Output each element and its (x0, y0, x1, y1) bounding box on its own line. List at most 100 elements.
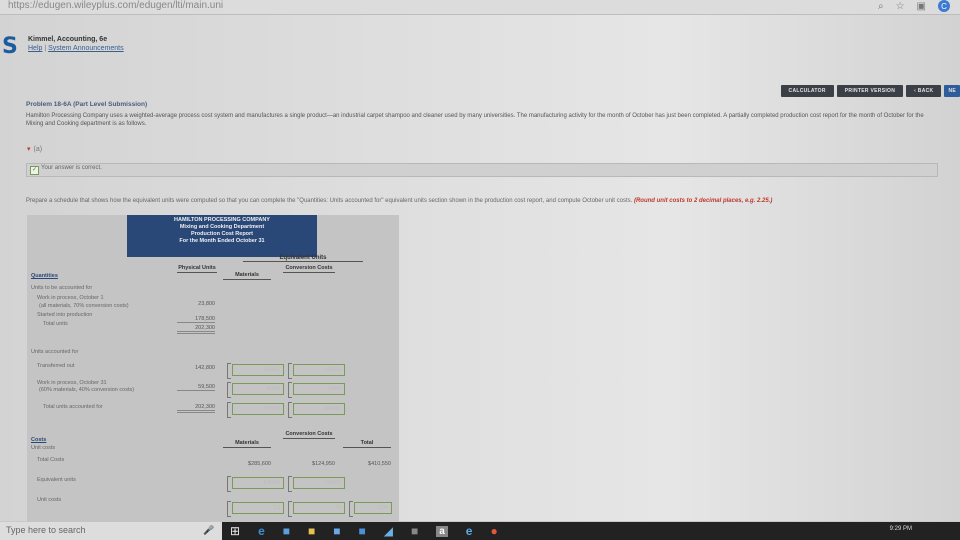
started-label: Started into production (37, 312, 93, 318)
total-costs-total: $410,550 (368, 461, 391, 467)
calculator-button[interactable]: CALCULATOR (780, 85, 834, 97)
units-to-account-label: Units to be accounted for (31, 285, 93, 291)
bookmark-star-icon[interactable]: ☆ (896, 1, 905, 12)
instructions-text: Prepare a schedule that shows how the eq… (26, 198, 633, 204)
wip-oct1-units: 23,800 (198, 301, 215, 307)
collapse-arrow-icon: ▾ (27, 146, 31, 153)
profile-avatar-icon[interactable]: C (938, 0, 950, 12)
unit-costs-conversion-input[interactable]: .75 (293, 502, 345, 514)
quantities-label: Quantities (31, 273, 58, 279)
bracket (288, 501, 292, 517)
problem-description: Hamilton Processing Company uses a weigh… (26, 113, 924, 127)
bracket (227, 363, 231, 379)
equivalent-units-header: Equivalent Units (243, 255, 363, 262)
settings-icon[interactable]: ■ (411, 524, 418, 538)
equiv-units-conversion-input[interactable]: 166600 (293, 477, 345, 489)
wip-oct31-label: Work in process, October 31 (37, 380, 107, 386)
wip-oct1-detail: (all materials, 70% conversion costs) (39, 303, 129, 309)
announcements-link[interactable]: System Announcements (48, 45, 124, 52)
total-accounted-materials-input[interactable]: 178500 (232, 403, 284, 415)
equiv-units-materials-input[interactable]: 178500 (232, 477, 284, 489)
equivalent-units-label: Equivalent units (37, 477, 76, 483)
answer-status-box: ✓ Your answer is correct. (26, 163, 938, 177)
media-icon[interactable]: ◢ (384, 524, 393, 538)
wip-oct31-detail: (60% materials, 40% conversion costs) (39, 387, 135, 393)
edge-browser-icon[interactable]: e (258, 524, 265, 538)
search-placeholder: Type here to search (6, 525, 86, 535)
costs-total-header: Total (343, 440, 391, 448)
part-label: (a) (33, 146, 43, 153)
total-units-value: 202,300 (177, 325, 215, 334)
checkmark-icon: ✓ (30, 166, 39, 175)
store-icon[interactable]: ■ (283, 524, 290, 538)
bracket (227, 476, 231, 492)
wip-oct31-conversion-input[interactable]: 23800 (293, 383, 345, 395)
unit-costs-section-label: Unit costs (31, 445, 56, 451)
zoom-icon[interactable]: ⌕ (878, 1, 884, 12)
taskbar-search[interactable]: Type here to search 🎤 (0, 522, 222, 540)
bracket (227, 402, 231, 418)
windows-taskbar: Type here to search 🎤 ⊞ e ■ ■ ■ ■ ◢ ■ a … (0, 522, 960, 540)
extension-icon[interactable]: ▣ (917, 1, 926, 12)
link-separator: | (44, 45, 47, 52)
course-title: Kimmel, Accounting, 6e (28, 36, 108, 43)
app-icon[interactable]: ■ (359, 524, 366, 538)
report-header: HAMILTON PROCESSING COMPANY Mixing and C… (127, 215, 317, 257)
help-link[interactable]: Help (28, 45, 42, 52)
transferred-conversion-input[interactable]: 142800 (293, 364, 345, 376)
bracket (288, 476, 292, 492)
total-accounted-units: 202,300 (177, 404, 215, 413)
status-message: Your answer is correct. (41, 165, 102, 171)
task-view-icon[interactable]: ⊞ (230, 524, 240, 538)
course-links: Help | System Announcements (28, 45, 124, 52)
total-costs-conversion: $124,950 (312, 461, 335, 467)
browser-toolbar: https://edugen.wileyplus.com/edugen/lti/… (0, 0, 960, 15)
transferred-materials-input[interactable]: 142800 (232, 364, 284, 376)
materials-header: Materials (223, 272, 271, 280)
company-name: HAMILTON PROCESSING COMPANY (174, 217, 270, 223)
bracket (288, 402, 292, 418)
address-bar[interactable]: https://edugen.wileyplus.com/edugen/lti/… (8, 0, 223, 11)
microphone-icon[interactable]: 🎤 (203, 525, 214, 536)
instructions: Prepare a schedule that shows how the eq… (26, 197, 956, 205)
costs-conversion-header: Conversion Costs (283, 431, 335, 439)
total-accounted-conversion-input[interactable]: 166600 (293, 403, 345, 415)
transferred-units: 142,800 (195, 365, 215, 371)
mail-icon[interactable]: ■ (333, 524, 340, 538)
started-units: 178,500 (177, 316, 215, 323)
units-accounted-label: Units accounted for (31, 349, 79, 355)
total-costs-label: Total Costs (37, 457, 65, 463)
total-costs-materials: $285,600 (248, 461, 271, 467)
printer-version-button[interactable]: PRINTER VERSION (836, 85, 904, 97)
taskbar-apps: ⊞ e ■ ■ ■ ■ ◢ ■ a e ● (230, 522, 498, 540)
report-name: Production Cost Report (190, 231, 254, 237)
wip-oct31-materials-input[interactable]: 35700 (232, 383, 284, 395)
total-units-label: Total units (43, 321, 68, 327)
app-a-icon[interactable]: a (436, 525, 448, 537)
problem-title: Problem 18-6A (Part Level Submission) (26, 101, 148, 108)
unit-costs-label: Unit costs (37, 497, 62, 503)
chrome-icon[interactable]: ● (490, 524, 497, 538)
bracket (288, 382, 292, 398)
browser-icons: ⌕ ☆ ▣ C (878, 0, 950, 12)
ie-browser-icon[interactable]: e (466, 524, 473, 538)
file-explorer-icon[interactable]: ■ (308, 524, 315, 538)
department-name: Mixing and Cooking Department (179, 224, 265, 230)
page-content: S Kimmel, Accounting, 6e Help | System A… (0, 15, 960, 527)
unit-costs-materials-input[interactable]: 1.6 (232, 502, 284, 514)
wileyplus-logo: S (2, 34, 18, 59)
bracket (227, 501, 231, 517)
physical-units-header: Physical Units (177, 265, 217, 273)
part-a-toggle[interactable]: ▾ (a) (27, 145, 42, 153)
report-period: For the Month Ended October 31 (179, 238, 265, 244)
unit-costs-total-input[interactable]: 2.35 (354, 502, 392, 514)
production-cost-report: HAMILTON PROCESSING COMPANY Mixing and C… (27, 215, 399, 527)
bracket (227, 382, 231, 398)
rounding-note: (Round unit costs to 2 decimal places, e… (633, 198, 773, 204)
system-clock: 9:29 PM (889, 526, 912, 532)
total-accounted-label: Total units accounted for (43, 404, 103, 410)
costs-materials-header: Materials (223, 440, 271, 448)
bracket (288, 363, 292, 379)
back-button[interactable]: ‹ BACK (906, 85, 942, 97)
next-button[interactable]: NE (944, 85, 960, 97)
